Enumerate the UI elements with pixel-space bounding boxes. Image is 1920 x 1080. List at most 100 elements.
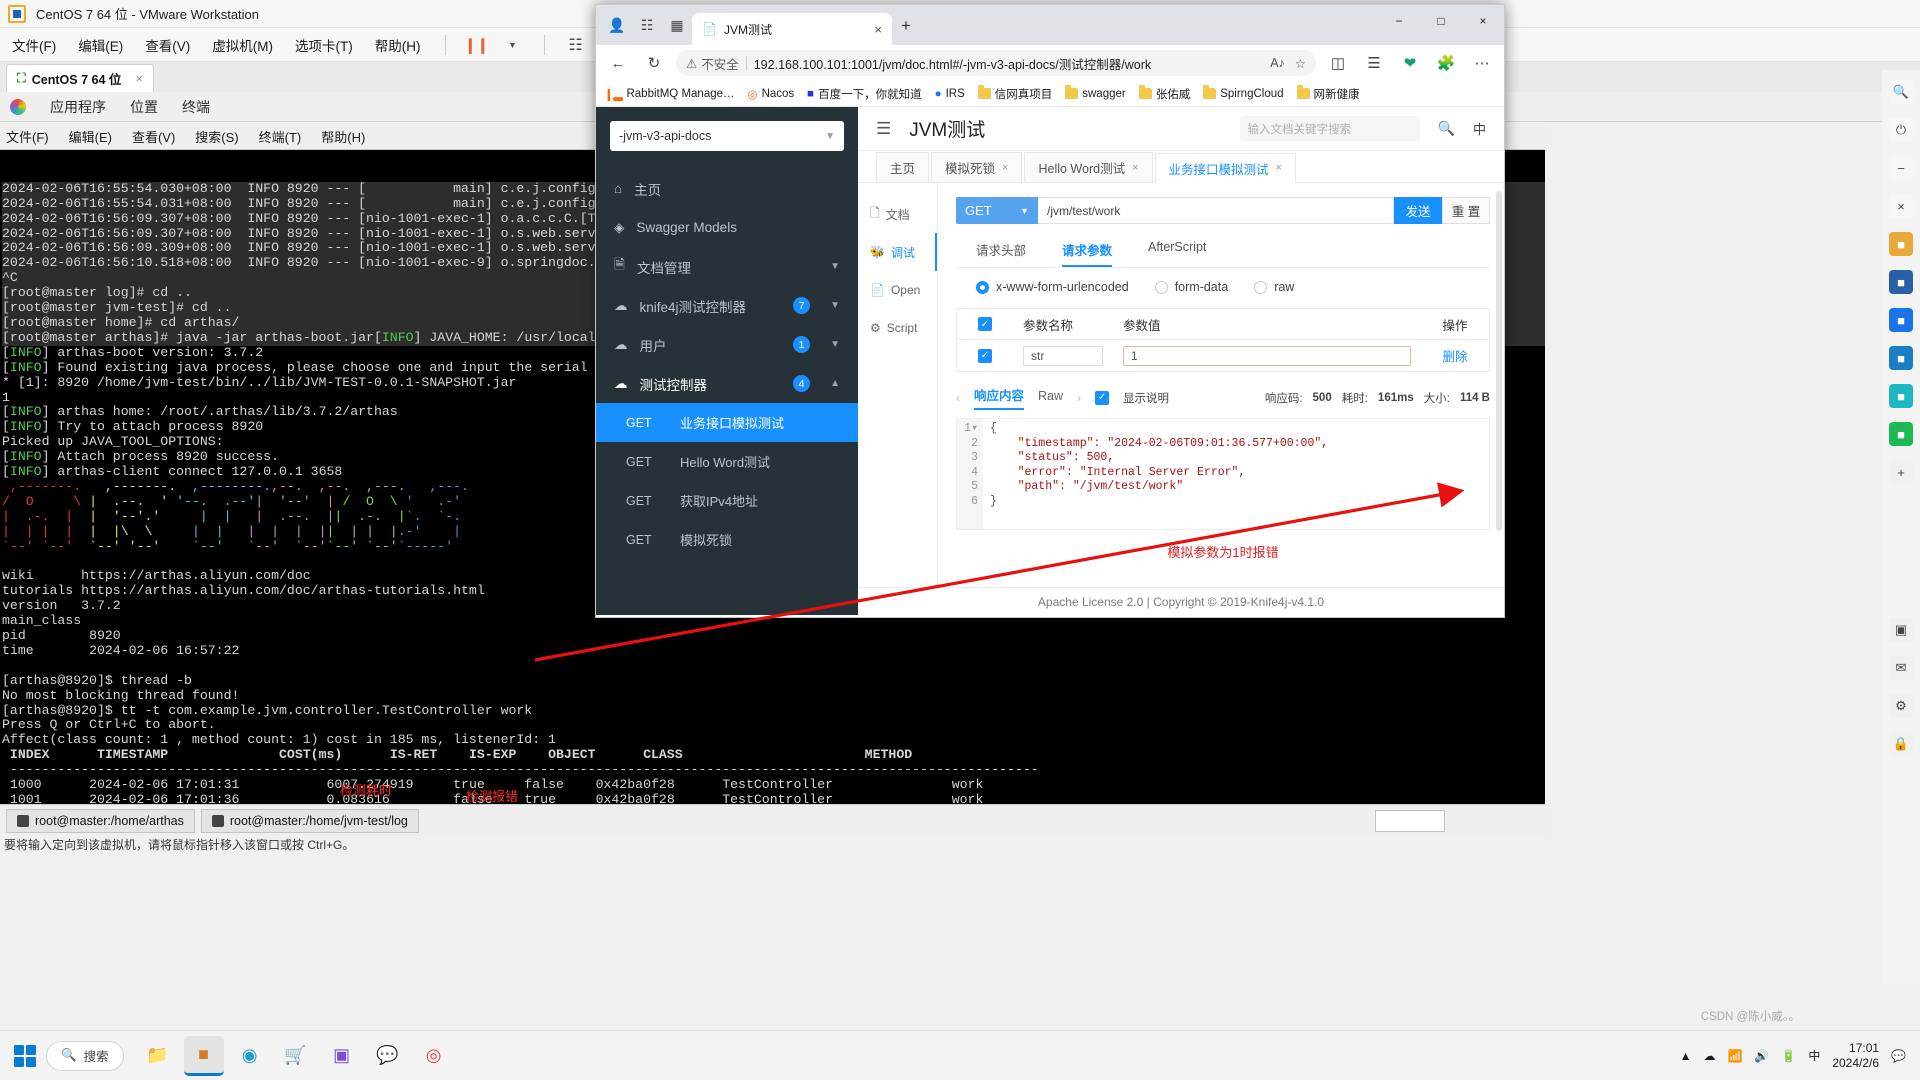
nav-doc[interactable]: 🗋 文档	[858, 195, 937, 233]
bookmark-baidu[interactable]: ■ 百度一下，你就知道	[807, 86, 921, 102]
power-icon[interactable]: ⏻	[1889, 118, 1913, 142]
language-toggle[interactable]: 中	[1473, 119, 1486, 138]
app-icon-2[interactable]: ■	[1889, 270, 1913, 294]
reload-icon[interactable]: ↻	[640, 49, 668, 77]
close-button[interactable]: ×	[1462, 5, 1504, 37]
request-url-input[interactable]: /jvm/test/work	[1038, 197, 1394, 224]
term-menu-view[interactable]: 查看(V)	[132, 127, 175, 146]
bookmark-folder-springcloud[interactable]: SpirngCloud	[1203, 85, 1284, 100]
taskbar-app-store[interactable]: 🛒	[276, 1036, 316, 1076]
tab-actions-icon[interactable]: ☷	[632, 10, 662, 40]
volume-icon[interactable]: 🔊	[1754, 1049, 1769, 1063]
maximize-button[interactable]: □	[1420, 5, 1462, 37]
sidebar-item-user[interactable]: ☁ 用户 1 ▼	[596, 325, 858, 364]
pause-icon[interactable]: ❙❙	[464, 34, 489, 56]
tab-business-mock-test[interactable]: 业务接口模拟测试 ×	[1154, 153, 1296, 183]
sidebar-item-swagger-models[interactable]: ◈ Swagger Models	[596, 208, 858, 247]
close-icon[interactable]: ×	[1276, 162, 1282, 174]
menu-tabs[interactable]: 选项卡(T)	[291, 32, 357, 58]
ime-icon[interactable]: 中	[1808, 1047, 1820, 1064]
search-icon[interactable]: 🔍	[1438, 120, 1455, 137]
sidebar-api-get-ipv4[interactable]: GET 获取IPv4地址	[596, 481, 858, 520]
back-icon[interactable]: ←	[604, 49, 632, 77]
taskbar-clock[interactable]: 17:01 2024/2/6	[1832, 1041, 1879, 1071]
close-icon[interactable]: ×	[135, 71, 143, 86]
term-menu-help[interactable]: 帮助(H)	[321, 127, 365, 146]
bookmark-irs[interactable]: ● IRS	[935, 88, 965, 100]
browser-profile-icon[interactable]: 👤	[602, 10, 632, 40]
sidebar-api-deadlock[interactable]: GET 模拟死锁	[596, 520, 858, 559]
resp-tab-content[interactable]: 响应内容	[974, 385, 1025, 410]
gnome-terminal-menu[interactable]: 终端	[182, 97, 210, 117]
bookmark-nacos[interactable]: ◎ Nacos	[748, 87, 795, 101]
close-icon[interactable]: ×	[1132, 162, 1138, 174]
menu-view[interactable]: 查看(V)	[141, 32, 194, 58]
plus-icon[interactable]: +	[1889, 460, 1913, 484]
sidebar-item-test-controller[interactable]: ☁ 测试控制器 4 ▲	[596, 364, 858, 403]
resp-tab-raw[interactable]: Raw	[1038, 389, 1063, 407]
extensions-icon[interactable]: 🧩	[1432, 49, 1460, 77]
favorite-star-icon[interactable]: ☆	[1295, 56, 1306, 71]
network-icon[interactable]: 📶	[1727, 1049, 1742, 1063]
vm-tab-centos[interactable]: ⛶ CentOS 7 64 位 ×	[6, 64, 154, 92]
search-icon[interactable]: 🔍	[1889, 80, 1913, 104]
new-tab-button[interactable]: +	[892, 12, 920, 40]
radio-x-www-form-urlencoded[interactable]: x-www-form-urlencoded	[976, 280, 1129, 294]
gear-icon[interactable]: ⚙	[1889, 694, 1913, 718]
term-menu-file[interactable]: 文件(F)	[6, 127, 49, 146]
bookmark-folder-zhangyouwei[interactable]: 张佑威	[1138, 85, 1190, 102]
prev-icon[interactable]: ‹	[956, 391, 960, 405]
http-method-select[interactable]: GET ▼	[956, 197, 1038, 224]
taskbar-app-wechat[interactable]: 💬	[368, 1036, 408, 1076]
collapse-sidebar-icon[interactable]: ☰	[876, 119, 891, 139]
minimize-icon[interactable]: −	[1889, 156, 1913, 180]
battery-icon[interactable]: 🔋	[1781, 1049, 1796, 1063]
app-icon-6[interactable]: ■	[1889, 422, 1913, 446]
start-button-icon[interactable]	[14, 1044, 36, 1067]
address-bar[interactable]: ⚠ 不安全 192.168.100.101:1001/jvm/doc.html#…	[676, 50, 1316, 76]
app-icon-4[interactable]: ■	[1889, 346, 1913, 370]
nav-open[interactable]: 📄 Open	[858, 271, 937, 309]
taskbar-app-idea[interactable]: ▣	[322, 1036, 362, 1076]
taskbar-app-edge[interactable]: ◉	[230, 1036, 270, 1076]
snapshot-icon[interactable]: ☷	[565, 34, 587, 56]
param-name-input[interactable]: str	[1023, 345, 1103, 366]
gnome-places[interactable]: 位置	[130, 97, 158, 117]
menu-vm[interactable]: 虚拟机(M)	[208, 32, 277, 58]
taskbar-app-explorer[interactable]: 📁	[138, 1036, 178, 1076]
chat-icon[interactable]: ✉	[1889, 656, 1913, 680]
tab-deadlock[interactable]: 模拟死锁 ×	[931, 152, 1023, 182]
settings-more-icon[interactable]: ⋯	[1468, 49, 1496, 77]
split-screen-icon[interactable]: ◫	[1324, 49, 1352, 77]
bookmark-folder-swagger[interactable]: swagger	[1065, 85, 1126, 100]
collections-icon[interactable]: ☰	[1360, 49, 1388, 77]
close-icon[interactable]: ×	[1889, 194, 1913, 218]
taskbar-app-vmware[interactable]: ■	[183, 1035, 224, 1076]
sidebar-api-business-mock-test[interactable]: GET 业务接口模拟测试	[596, 403, 858, 442]
param-value-input[interactable]: 1	[1123, 345, 1411, 366]
widget-icon[interactable]: ▣	[1889, 618, 1913, 642]
doc-group-select[interactable]: -jvm-v3-api-docs ▼	[610, 121, 844, 151]
send-button[interactable]: 发送	[1394, 197, 1442, 224]
taskbar-app-chrome[interactable]: ◎	[414, 1036, 454, 1076]
app-icon-3[interactable]: ■	[1889, 308, 1913, 332]
bookmark-rabbitmq[interactable]: ❙▂ RabbitMQ Manage…	[604, 87, 735, 101]
next-icon[interactable]: ›	[1077, 391, 1081, 405]
browser-tab-jvm[interactable]: 📄 JVM测试 ×	[692, 13, 892, 45]
subtab-request-params[interactable]: 请求参数	[1062, 240, 1113, 267]
tab-home[interactable]: 主页	[876, 152, 930, 182]
checkbox-icon[interactable]: ✓	[978, 317, 992, 331]
show-hidden-icons[interactable]: ▲	[1680, 1049, 1692, 1063]
menu-help[interactable]: 帮助(H)	[371, 32, 425, 58]
term-menu-terminal[interactable]: 终端(T)	[259, 127, 302, 146]
content-scrollbar[interactable]	[1496, 191, 1502, 531]
bookmark-folder-xinwang[interactable]: 信网真项目	[977, 85, 1052, 102]
gnome-applications[interactable]: 应用程序	[50, 97, 106, 117]
browser-essentials-icon[interactable]: ❤	[1396, 49, 1424, 77]
subtab-request-headers[interactable]: 请求头部	[976, 240, 1026, 267]
chevron-down-icon[interactable]: ▼	[502, 34, 524, 56]
menu-file[interactable]: 文件(F)	[8, 32, 60, 58]
sidebar-item-knife4j-controller[interactable]: ☁ knife4j测试控制器 7 ▼	[596, 286, 858, 325]
bookmark-folder-wangxinjiankang[interactable]: 网新健康	[1296, 85, 1360, 102]
sidebar-item-doc-manage[interactable]: 🗎 文档管理 ▼	[596, 247, 858, 286]
